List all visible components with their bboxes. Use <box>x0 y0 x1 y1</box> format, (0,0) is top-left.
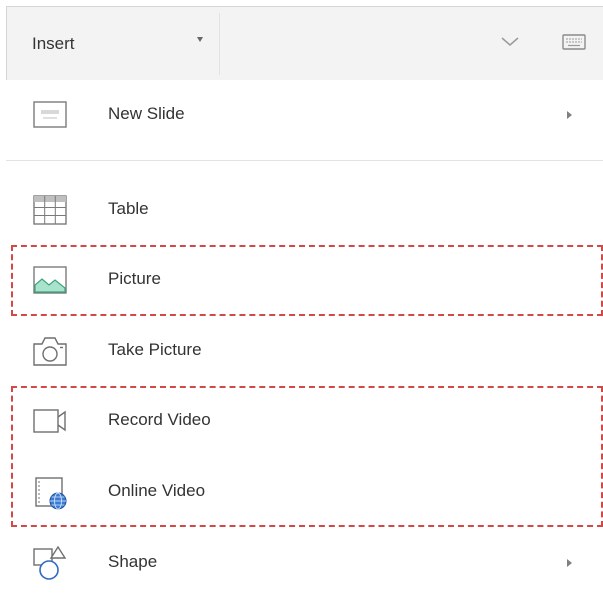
menu-item-picture[interactable]: Picture <box>6 245 603 315</box>
menu-item-label: Picture <box>108 269 161 288</box>
menu-item-label: Record Video <box>108 410 211 429</box>
menu-item-shape[interactable]: Shape <box>6 528 603 598</box>
header-divider <box>219 13 220 75</box>
ribbon-tab-dropdown[interactable]: Insert <box>7 7 219 80</box>
new-slide-icon <box>33 101 67 128</box>
picture-icon <box>33 266 67 294</box>
caret-right-icon <box>567 559 572 567</box>
collapse-ribbon-button[interactable] <box>495 27 525 57</box>
menu-item-label: New Slide <box>108 104 185 123</box>
shapes-icon <box>33 545 67 580</box>
video-camera-icon <box>33 409 66 433</box>
menu-item-label: Table <box>108 199 149 218</box>
caret-right-icon <box>567 111 572 119</box>
menu-item-label: Shape <box>108 552 158 571</box>
menu-item-label: Online Video <box>108 481 206 500</box>
chevron-down-icon <box>501 37 519 46</box>
ribbon-tab-label: Insert <box>32 34 75 53</box>
menu-item-record-video[interactable]: Record Video <box>6 386 603 456</box>
keyboard-icon <box>562 34 586 50</box>
menu-section-divider <box>6 160 603 161</box>
insert-menu-panel: Insert New Slide Table Picture Take Pict… <box>0 0 603 602</box>
menu-item-new-slide[interactable]: New Slide <box>6 80 603 150</box>
table-icon <box>33 195 67 225</box>
menu-item-take-picture[interactable]: Take Picture <box>6 316 603 386</box>
online-video-icon <box>35 477 67 510</box>
keyboard-button[interactable] <box>557 27 591 57</box>
menu-item-label: Take Picture <box>108 340 202 359</box>
ribbon-header: Insert <box>6 6 603 80</box>
menu-item-table[interactable]: Table <box>6 175 603 245</box>
caret-down-icon <box>197 37 203 42</box>
camera-icon <box>33 337 67 366</box>
menu-item-online-video[interactable]: Online Video <box>6 457 603 527</box>
